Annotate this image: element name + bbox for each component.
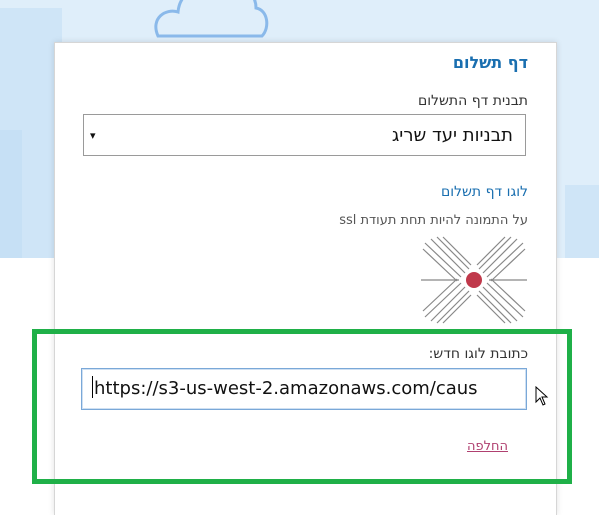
- template-label: תבנית דף התשלום: [417, 93, 528, 109]
- new-logo-url-value: https://s3-us-west-2.amazonaws.com/caus: [94, 378, 478, 399]
- text-caret: [92, 376, 93, 398]
- logo-label: לוגו דף תשלום: [440, 184, 528, 200]
- logo-hint: על התמונה להיות תחת תעודת ssl: [339, 213, 528, 228]
- template-select[interactable]: תבניות יעד שריג ▾: [83, 114, 526, 156]
- background-building: [565, 185, 599, 258]
- new-logo-url-input[interactable]: https://s3-us-west-2.amazonaws.com/caus: [81, 368, 527, 410]
- panel-title: דף תשלום: [452, 53, 528, 72]
- cloud-icon: [154, 0, 269, 38]
- payment-page-panel: דף תשלום תבנית דף התשלום תבניות יעד שריג…: [54, 42, 557, 515]
- replace-link[interactable]: החלפה: [467, 439, 508, 454]
- logo-image: [421, 236, 527, 324]
- chevron-down-icon: ▾: [90, 128, 96, 142]
- template-select-value: תבניות יעד שריג: [391, 124, 513, 146]
- mouse-cursor-icon: [535, 386, 549, 406]
- background-building: [0, 130, 22, 258]
- new-logo-url-label: כתובת לוגו חדש:: [428, 346, 528, 362]
